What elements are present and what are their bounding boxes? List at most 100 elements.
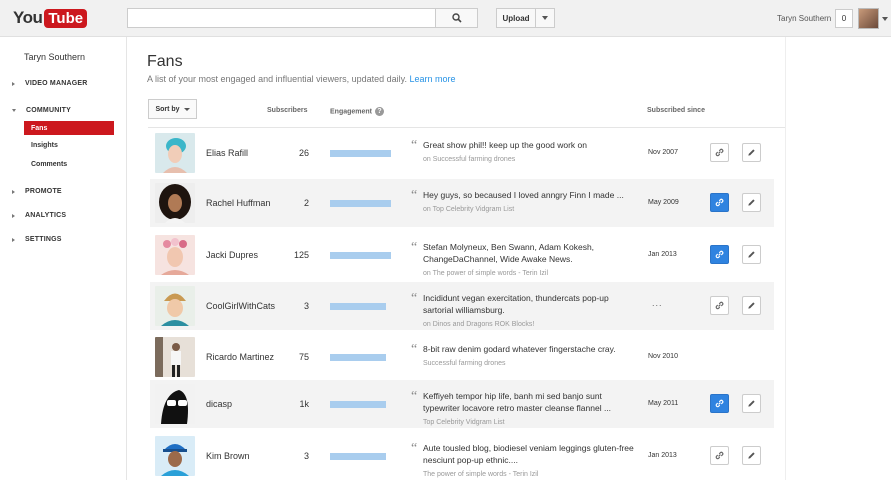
fan-avatar[interactable] [155, 235, 195, 275]
fan-name[interactable]: Rachel Huffman [206, 198, 270, 208]
table-row: dicasp 1k “ Keffiyeh tempor hip life, banh … [150, 380, 774, 428]
link-icon [715, 301, 724, 310]
avatar[interactable] [858, 8, 879, 29]
fan-subscribed-since: Nov 2007 [648, 149, 678, 156]
fan-name[interactable]: Jacki Dupres [206, 250, 258, 260]
chevron-down-icon [12, 109, 16, 112]
sidebar-item-settings[interactable]: SETTINGS [12, 236, 62, 243]
engagement-bar [330, 150, 391, 157]
sort-by-button[interactable]: Sort by [148, 99, 197, 119]
link-fan-button[interactable] [710, 394, 729, 413]
edit-fan-button[interactable] [742, 143, 761, 162]
pencil-icon [748, 302, 755, 309]
fan-subscriber-count: 125 [293, 250, 309, 260]
fan-name[interactable]: Kim Brown [206, 451, 250, 461]
logo-tube-text: Tube [44, 8, 88, 28]
upload-dropdown-button[interactable] [535, 8, 555, 28]
fan-comment-text: Great show phil!! keep up the good work … [423, 140, 587, 150]
search-button[interactable] [436, 8, 478, 28]
fan-name[interactable]: Ricardo Martinez [206, 352, 274, 362]
user-name[interactable]: Taryn Southern [777, 14, 831, 23]
fan-name[interactable]: dicasp [206, 399, 232, 409]
account-menu-chevron-icon[interactable] [882, 17, 888, 21]
engagement-bar [330, 401, 386, 408]
fan-comment[interactable]: Incididunt vegan exercitation, thunderca… [423, 292, 638, 331]
link-fan-button[interactable] [710, 245, 729, 264]
fan-comment-video[interactable]: Successful farming drones [423, 358, 638, 370]
fan-comment-text: 8-bit raw denim godard whatever fingerst… [423, 344, 616, 354]
edit-fan-button[interactable] [742, 446, 761, 465]
fan-comment[interactable]: Keffiyeh tempor hip life, banh mi sed ba… [423, 390, 638, 429]
upload-button[interactable]: Upload [496, 8, 536, 28]
sidebar-item-fans[interactable]: Fans [24, 121, 114, 135]
fan-comment[interactable]: Great show phil!! keep up the good work … [423, 139, 638, 166]
chevron-right-icon [12, 189, 15, 194]
sidebar-item-promote[interactable]: PROMOTE [12, 188, 62, 195]
link-fan-button[interactable] [710, 193, 729, 212]
search-icon [451, 13, 462, 23]
top-bar: You Tube Upload Taryn Southern 0 [0, 0, 891, 37]
learn-more-link[interactable]: Learn more [410, 74, 456, 84]
pencil-icon [748, 199, 755, 206]
fan-subscribed-since: May 2011 [648, 400, 679, 407]
edit-fan-button[interactable] [742, 296, 761, 315]
fan-comment[interactable]: Hey guys, so becaused I loved anngry Fin… [423, 189, 638, 216]
sidebar-item-analytics[interactable]: ANALYTICS [12, 212, 66, 219]
fan-avatar[interactable] [155, 183, 195, 223]
edit-fan-button[interactable] [742, 394, 761, 413]
youtube-logo[interactable]: You Tube [13, 7, 88, 29]
pencil-icon [748, 251, 755, 258]
column-header-subscribers[interactable]: Subscribers [267, 107, 307, 114]
fan-avatar[interactable] [155, 337, 195, 377]
engagement-bar [330, 354, 386, 361]
link-icon [715, 399, 724, 408]
sidebar-item-community[interactable]: COMMUNITY [12, 107, 71, 114]
fan-subscriber-count: 3 [303, 301, 309, 311]
engagement-bar [330, 303, 386, 310]
fan-comment-video[interactable]: on Top Celebrity Vidgram List [423, 204, 638, 216]
content-right-divider [785, 37, 786, 480]
link-fan-button[interactable] [710, 143, 729, 162]
fan-subscribed-since: Nov 2010 [648, 353, 678, 360]
edit-fan-button[interactable] [742, 193, 761, 212]
fan-name[interactable]: Elias Rafill [206, 148, 248, 158]
link-icon [715, 250, 724, 259]
fan-avatar[interactable] [155, 133, 195, 173]
column-header-subscribed-since[interactable]: Subscribed since [647, 107, 705, 114]
column-header-engagement[interactable]: Engagement? [330, 107, 385, 116]
fan-name[interactable]: CoolGirlWithCats [206, 301, 275, 311]
sidebar-item-insights[interactable]: Insights [31, 142, 58, 149]
search-input[interactable] [127, 8, 436, 28]
link-icon [715, 198, 724, 207]
table-row: Elias Rafill 26 “ Great show phil!! keep up… [150, 129, 774, 177]
sort-by-label: Sort by [155, 105, 180, 113]
fan-subscriber-count: 1k [299, 399, 309, 409]
fan-avatar[interactable] [155, 286, 195, 326]
fan-comment-video[interactable]: on The power of simple words - Terin Izi… [423, 268, 638, 280]
edit-fan-button[interactable] [742, 245, 761, 264]
fan-comment[interactable]: 8-bit raw denim godard whatever fingerst… [423, 343, 638, 370]
link-fan-button[interactable] [710, 446, 729, 465]
sidebar-item-label: ANALYTICS [25, 212, 67, 219]
quote-icon: “ [411, 291, 418, 306]
page-title: Fans [147, 53, 183, 70]
notification-count-button[interactable]: 0 [835, 9, 853, 28]
fan-comment-video[interactable]: Top Celebrity Vidgram List [423, 417, 638, 429]
fan-avatar[interactable] [155, 436, 195, 476]
fan-comment[interactable]: Stefan Molyneux, Ben Swann, Adam Kokesh,… [423, 241, 638, 280]
link-fan-button[interactable] [710, 296, 729, 315]
sidebar-item-video-manager[interactable]: VIDEO MANAGER [12, 80, 88, 87]
fan-comment[interactable]: Aute tousled blog, biodiesel veniam legg… [423, 442, 638, 480]
fan-subscriber-count: 26 [298, 148, 309, 158]
sidebar-item-comments[interactable]: Comments [31, 161, 67, 168]
help-icon[interactable]: ? [375, 107, 385, 116]
fan-avatar[interactable] [155, 384, 195, 424]
sidebar-item-label: COMMUNITY [26, 107, 71, 114]
fan-comment-video[interactable]: The power of simple words - Terin Izil [423, 469, 638, 480]
table-row: Rachel Huffman 2 “ Hey guys, so becaused I … [150, 179, 774, 227]
sidebar-user-name[interactable]: Taryn Southern [24, 52, 85, 62]
fan-comment-video[interactable]: on Successful farming drones [423, 154, 638, 166]
pencil-icon [748, 149, 755, 156]
quote-icon: “ [411, 188, 418, 203]
fan-comment-video[interactable]: on Dinos and Dragons ROK Blocks! [423, 319, 638, 331]
